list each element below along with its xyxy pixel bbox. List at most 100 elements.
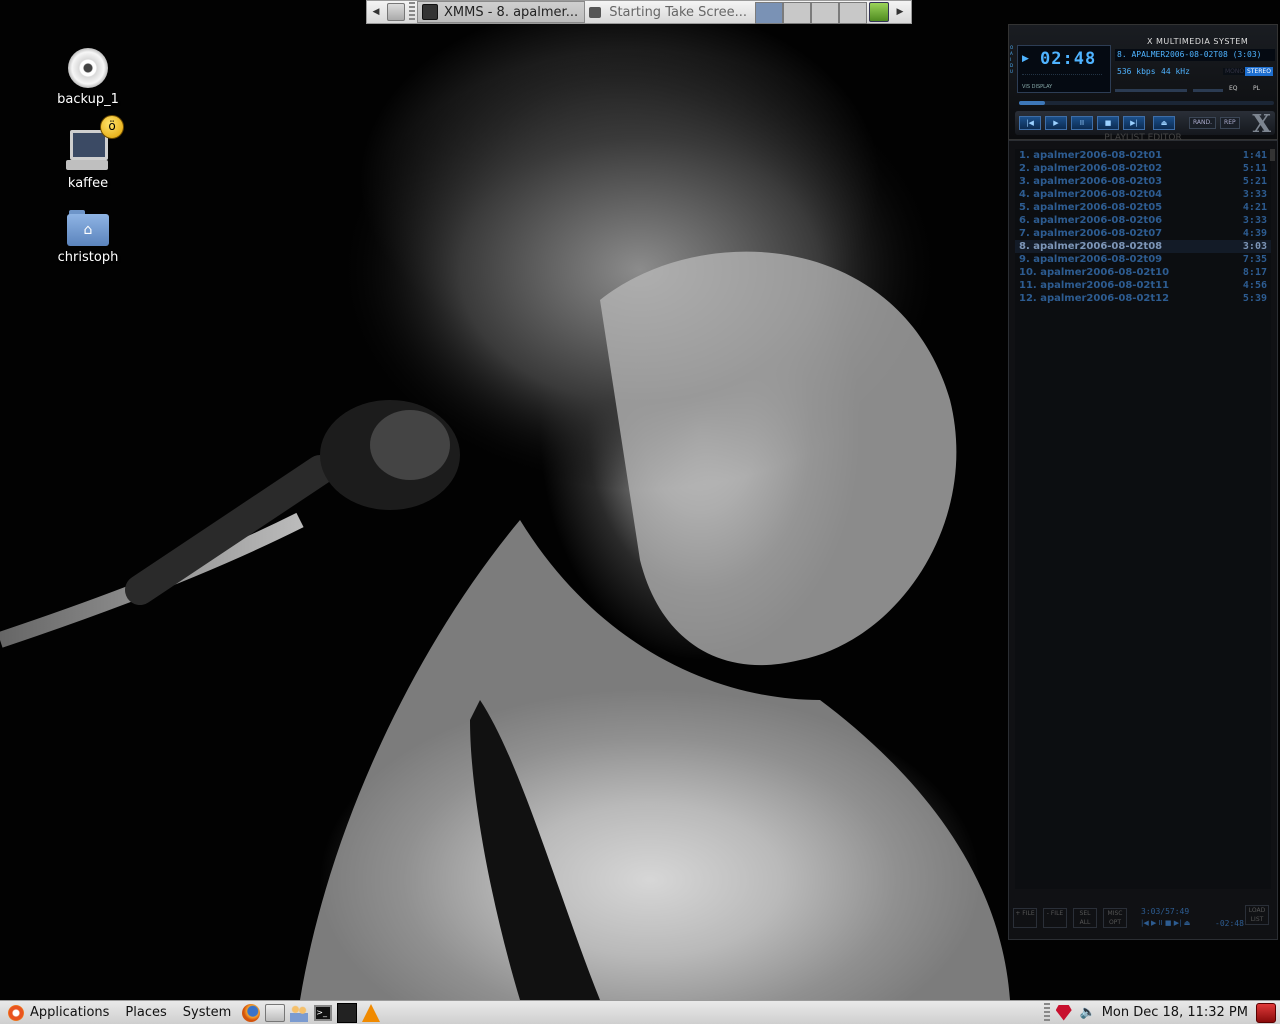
playlist-item-title: 12. apalmer2006-08-02t12 [1019, 293, 1170, 304]
desktop-icon-kaffee[interactable]: kaffee [40, 128, 136, 191]
home-folder-icon: ⌂ [67, 210, 109, 246]
playlist-item[interactable]: 6. apalmer2006-08-02t06 3:33 [1015, 214, 1271, 227]
playlist-item[interactable]: 2. apalmer2006-08-02t02 5:11 [1015, 162, 1271, 175]
workspace-3[interactable] [811, 2, 839, 24]
playlist-item[interactable]: 11. apalmer2006-08-02t11 4:56 [1015, 279, 1271, 292]
elapsed-time: 02:48 [1040, 49, 1097, 69]
playlist-play-time: -02:48 [1215, 919, 1244, 928]
mail-launcher[interactable] [264, 1003, 286, 1023]
playlist-title: PLAYLIST EDITOR [1104, 133, 1182, 143]
messenger-launcher[interactable] [288, 1003, 310, 1023]
playlist-item[interactable]: 10. apalmer2006-08-02t10 8:17 [1015, 266, 1271, 279]
tray-handle[interactable] [1043, 1002, 1050, 1023]
vlc-launcher[interactable] [360, 1003, 382, 1023]
playlist-item[interactable]: 12. apalmer2006-08-02t12 5:39 [1015, 292, 1271, 305]
desktop-icon-christoph[interactable]: ⌂ christoph [40, 210, 136, 265]
pause-button[interactable]: II [1071, 116, 1093, 130]
playlist-item[interactable]: 9. apalmer2006-08-02t09 7:35 [1015, 253, 1271, 266]
task-take-screenshot[interactable]: Starting Take Scree... [585, 1, 751, 23]
playlist-editor-window[interactable]: PLAYLIST EDITOR 1. apalmer2006-08-02t01 1… [1008, 133, 1278, 940]
eq-toggle[interactable]: EQ [1229, 85, 1238, 92]
firefox-icon [242, 1003, 261, 1022]
task-xmms[interactable]: XMMS - 8. apalmer... [417, 1, 585, 23]
clock[interactable]: Mon Dec 18, 11:32 PM [1102, 1005, 1248, 1020]
logout-icon[interactable] [1256, 1002, 1276, 1023]
xmms-launcher[interactable] [336, 1002, 358, 1023]
next-button[interactable]: ▶| [1123, 116, 1145, 130]
terminal-launcher[interactable]: >_ [312, 1003, 334, 1023]
firefox-launcher[interactable] [240, 1003, 262, 1023]
panel-handle[interactable] [409, 2, 415, 22]
playlist-item-duration: 7:35 [1242, 254, 1267, 265]
playlist-scrollbar[interactable] [1270, 149, 1275, 161]
scroll-left-button[interactable]: ◀ [367, 1, 385, 23]
shuffle-button[interactable]: RAND. [1189, 117, 1217, 129]
playlist-item-title: 8. apalmer2006-08-02t08 [1019, 241, 1163, 252]
playlist-item-duration: 8:17 [1242, 267, 1267, 278]
show-desktop-icon[interactable] [387, 3, 405, 21]
song-title-display[interactable]: 8. APALMER2006-08-02T08 (3:03) [1115, 49, 1275, 61]
terminal-icon: >_ [314, 1004, 333, 1021]
misc-options-button[interactable]: MISC OPT [1103, 908, 1127, 928]
repeat-button[interactable]: REP [1220, 117, 1240, 129]
system-tray: 🔈 Mon Dec 18, 11:32 PM [1043, 1002, 1280, 1024]
trash-icon[interactable] [869, 2, 889, 22]
playlist-item-duration: 3:33 [1242, 215, 1267, 226]
menu-label: Places [125, 1005, 167, 1020]
playlist-item[interactable]: 4. apalmer2006-08-02t04 3:33 [1015, 188, 1271, 201]
volume-slider[interactable] [1115, 89, 1187, 92]
mini-controls[interactable]: |◀ ▶ II ■ ▶| ⏏ [1141, 919, 1190, 927]
playlist-item-title: 4. apalmer2006-08-02t04 [1019, 189, 1163, 200]
playlist-item[interactable]: 1. apalmer2006-08-02t01 1:41 [1015, 149, 1271, 162]
stereo-indicator: STEREO [1245, 67, 1273, 76]
playlist-list[interactable]: 1. apalmer2006-08-02t01 1:41 2. apalmer200… [1015, 149, 1271, 889]
workspace-4[interactable] [839, 2, 867, 24]
playlist-toggle[interactable]: PL [1253, 85, 1260, 92]
camera-icon [589, 6, 602, 18]
stop-button[interactable]: ■ [1097, 116, 1119, 130]
playlist-item[interactable]: 8. apalmer2006-08-02t08 3:03 [1015, 240, 1271, 253]
system-menu[interactable]: System [175, 1002, 239, 1024]
load-list-button[interactable]: LOAD LIST [1245, 905, 1269, 925]
scroll-right-button[interactable]: ▶ [891, 1, 909, 23]
ubuntu-logo-icon [8, 1004, 24, 1021]
volume-icon[interactable]: 🔈 [1080, 1005, 1096, 1020]
cd-icon [68, 48, 108, 88]
playlist-footer: + FILE - FILE SEL ALL MISC OPT 3:03/57:4… [1013, 903, 1275, 933]
playlist-item-title: 2. apalmer2006-08-02t02 [1019, 163, 1163, 174]
xmms-main-window[interactable]: OAIDU ▶ 02:48 VIS DISPLAY X MULTIMEDIA S… [1008, 24, 1278, 140]
eject-button[interactable]: ⏏ [1153, 116, 1175, 130]
vis-label: VIS DISPLAY [1022, 84, 1053, 90]
playlist-item[interactable]: 3. apalmer2006-08-02t03 5:21 [1015, 175, 1271, 188]
playlist-item[interactable]: 7. apalmer2006-08-02t07 4:39 [1015, 227, 1271, 240]
ruby-icon[interactable] [1055, 1004, 1072, 1021]
playlist-item-duration: 1:41 [1242, 150, 1267, 161]
playlist-item-duration: 5:21 [1242, 176, 1267, 187]
mono-indicator: MONO [1223, 68, 1247, 75]
smiley-emblem-icon: ö [100, 115, 124, 139]
playlist-item-title: 5. apalmer2006-08-02t05 [1019, 202, 1163, 213]
desktop-icon-label: backup_1 [57, 92, 119, 107]
remove-file-button[interactable]: - FILE [1043, 908, 1067, 928]
menu-label: System [182, 1005, 232, 1020]
play-button[interactable]: ▶ [1045, 116, 1067, 130]
select-all-button[interactable]: SEL ALL [1073, 908, 1097, 928]
desktop-icon-label: christoph [57, 250, 119, 265]
add-file-button[interactable]: + FILE [1013, 908, 1037, 928]
workspace-2[interactable] [783, 2, 811, 24]
playlist-item-title: 11. apalmer2006-08-02t11 [1019, 280, 1170, 291]
seek-bar[interactable] [1019, 101, 1274, 105]
previous-button[interactable]: |◀ [1019, 116, 1041, 130]
playlist-item-title: 3. apalmer2006-08-02t03 [1019, 176, 1163, 187]
time-display[interactable]: ▶ 02:48 VIS DISPLAY [1017, 45, 1111, 93]
playlist-item-duration: 5:11 [1242, 163, 1267, 174]
playlist-total-time: 3:03/57:49 [1141, 907, 1190, 916]
places-menu[interactable]: Places [117, 1002, 174, 1024]
desktop-icon-backup[interactable]: backup_1 [40, 48, 136, 107]
playlist-item[interactable]: 5. apalmer2006-08-02t05 4:21 [1015, 201, 1271, 214]
applications-menu[interactable]: Applications [0, 1002, 117, 1024]
balance-slider[interactable] [1193, 89, 1223, 92]
xmms-task-icon [422, 4, 438, 20]
xmms-sidebar[interactable]: OAIDU [1010, 45, 1015, 93]
workspace-1[interactable] [755, 2, 783, 24]
